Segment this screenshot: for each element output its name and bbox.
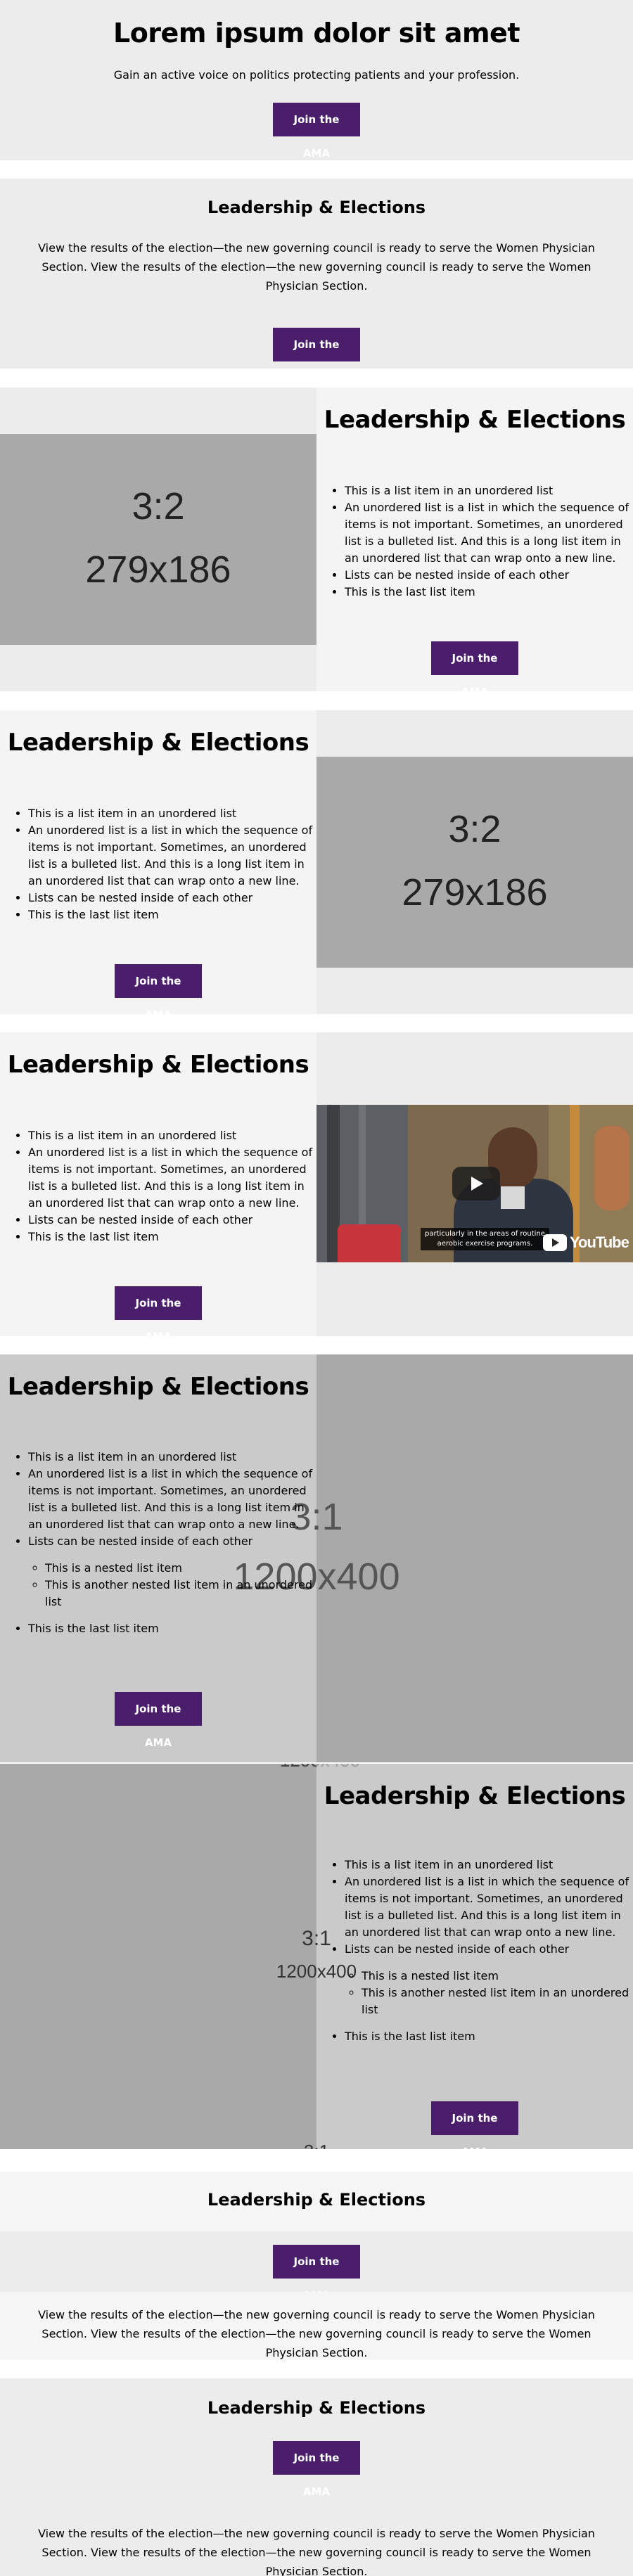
join-ama-button[interactable]: Join the AMA	[273, 2245, 360, 2302]
bg-image-bottom-label: 3:1	[285, 2141, 348, 2149]
section-body: View the results of the election—the new…	[38, 2527, 595, 2576]
section-body: View the results of the election—the new…	[38, 2308, 595, 2359]
list-item: This is a list item in an unordered list	[28, 805, 313, 822]
list-item: This is a list item in an unordered list	[345, 482, 629, 499]
unordered-list: This is a list item in an unordered list…	[331, 482, 629, 601]
list-item: An unordered list is a list in which the…	[28, 822, 313, 890]
list-item: Lists can be nested inside of each other	[28, 890, 313, 906]
unordered-list: This is a list item in an unordered list…	[14, 1127, 313, 1245]
nested-list: This is a nested list item This is anoth…	[345, 1968, 629, 2018]
nested-list-item: This is a nested list item	[45, 1560, 313, 1577]
image-left-list-section: 3:2 279x186 Leadership & Elections This …	[0, 387, 633, 691]
nested-list-item: This is another nested list item in an u…	[45, 1577, 313, 1610]
section-title: Leadership & Elections	[7, 1051, 309, 1079]
hero-section: Lorem ipsum dolor sit amet Gain an activ…	[0, 0, 633, 160]
list-item: An unordered list is a list in which the…	[28, 1466, 313, 1533]
list-item: An unordered list is a list in which the…	[345, 1873, 629, 1941]
leadership-final-section: Leadership & Elections Join the AMA View…	[0, 2378, 633, 2576]
hero-title: Lorem ipsum dolor sit amet	[113, 18, 520, 49]
bg-image-list-right-section: 1200x400 3:1 1200x400 3:1 Leadership & E…	[0, 1764, 633, 2149]
list-item: This is the last list item	[28, 1620, 313, 1637]
join-ama-button[interactable]: Join the AMA	[431, 641, 518, 691]
button-band: Join the AMA	[0, 2231, 633, 2302]
list-bg-image-section: 3:1 1200x400 Leadership & Elections This…	[0, 1354, 633, 1762]
leadership-text-section: Leadership & Elections View the results …	[0, 179, 633, 369]
nested-list-item: This is a nested list item	[362, 1968, 629, 1985]
image-placeholder: 3:2 279x186	[0, 434, 316, 645]
image-size-label: 279x186	[85, 549, 231, 591]
list-item: This is a list item in an unordered list	[28, 1127, 313, 1144]
list-item: This is a list item in an unordered list	[345, 1857, 629, 1873]
list-item: This is the last list item	[28, 906, 313, 923]
play-icon	[471, 1177, 483, 1191]
join-ama-button[interactable]: Join the AMA	[273, 328, 360, 361]
section-title: Leadership & Elections	[207, 198, 426, 217]
content-panel: Leadership & Elections This is a list it…	[316, 387, 633, 691]
hero-subtitle: Gain an active voice on politics protect…	[113, 68, 520, 82]
list-image-right-section: Leadership & Elections This is a list it…	[0, 710, 633, 1014]
join-ama-button[interactable]: Join the AMA	[273, 2441, 360, 2498]
list-item: This is the last list item	[28, 1229, 313, 1245]
play-button[interactable]	[452, 1167, 500, 1200]
youtube-icon	[543, 1234, 567, 1251]
join-ama-button[interactable]: Join the AMA	[115, 1692, 202, 1749]
section-title: Leadership & Elections	[7, 1373, 309, 1401]
body-band: View the results of the election—the new…	[0, 2292, 633, 2360]
nested-list: This is a nested list item This is anoth…	[28, 1560, 313, 1610]
section-title: Leadership & Elections	[7, 729, 309, 757]
leadership-stacked-section: Leadership & Elections Join the AMA View…	[0, 2172, 633, 2360]
section-title: Leadership & Elections	[207, 2398, 426, 2418]
image-ratio-label: 3:2	[448, 808, 501, 850]
video-caption: particularly in the areas of routine aer…	[421, 1228, 549, 1250]
section-body: View the results of the election—the new…	[38, 241, 595, 293]
unordered-list: This is a list item in an unordered list…	[331, 1857, 629, 2045]
content-panel: Leadership & Elections This is a list it…	[0, 1032, 316, 1336]
join-ama-button[interactable]: Join the AMA	[115, 964, 202, 1014]
title-band: Leadership & Elections	[0, 2172, 633, 2231]
list-item: An unordered list is a list in which the…	[345, 499, 629, 567]
unordered-list: This is a list item in an unordered list…	[14, 1449, 313, 1637]
list-item: An unordered list is a list in which the…	[28, 1144, 313, 1212]
youtube-logo[interactable]: YouTube	[543, 1232, 629, 1253]
list-item: This is the last list item	[345, 2028, 629, 2045]
list-item: Lists can be nested inside of each other	[345, 567, 629, 584]
join-ama-button[interactable]: Join the AMA	[273, 103, 360, 160]
image-placeholder: 3:2 279x186	[316, 757, 633, 968]
section-title: Leadership & Elections	[324, 406, 626, 434]
unordered-list: This is a list item in an unordered list…	[14, 805, 313, 923]
section-title: Leadership & Elections	[207, 2190, 426, 2210]
nested-list-item: This is another nested list item in an u…	[362, 1985, 629, 2018]
join-ama-button[interactable]: Join the AMA	[115, 1286, 202, 1336]
list-item: Lists can be nested inside of each other…	[28, 1533, 313, 1610]
content-panel: Leadership & Elections This is a list it…	[0, 710, 316, 1014]
image-ratio-label: 3:2	[132, 485, 185, 527]
section-title: Leadership & Elections	[324, 1782, 626, 1810]
video-player[interactable]: particularly in the areas of routine aer…	[316, 1105, 633, 1262]
list-video-section: Leadership & Elections This is a list it…	[0, 1032, 633, 1336]
list-item: This is a list item in an unordered list	[28, 1449, 313, 1466]
list-item: Lists can be nested inside of each other	[28, 1212, 313, 1229]
join-ama-button[interactable]: Join the AMA	[431, 2101, 518, 2149]
youtube-label: YouTube	[570, 1233, 629, 1251]
list-item: This is the last list item	[345, 584, 629, 601]
image-size-label: 279x186	[402, 871, 548, 914]
list-item: Lists can be nested inside of each other…	[345, 1941, 629, 2018]
